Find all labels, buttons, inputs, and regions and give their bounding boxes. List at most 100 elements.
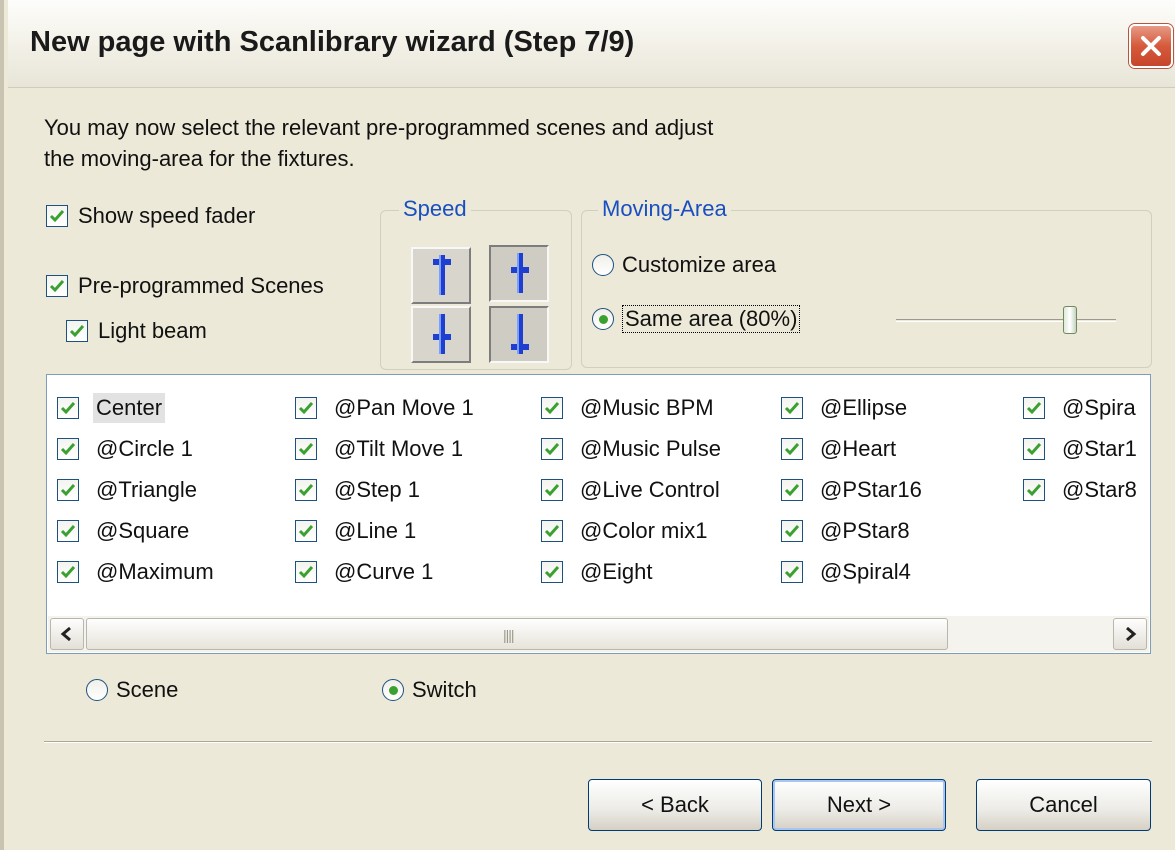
scene-checkbox[interactable] [1023, 396, 1045, 419]
checkmark-icon [544, 565, 560, 578]
scene-item[interactable]: @Star1 [1023, 428, 1140, 469]
title-bar: New page with Scanlibrary wizard (Step 7… [8, 0, 1175, 88]
scene-checkbox[interactable] [295, 437, 317, 460]
customize-area-option[interactable]: Customize area [592, 252, 776, 278]
scene-item[interactable]: @Spira [1023, 387, 1140, 428]
scene-checkbox[interactable] [57, 560, 79, 583]
scene-item[interactable]: @Tilt Move 1 [295, 428, 477, 469]
preprogrammed-scenes-option[interactable]: Pre-programmed Scenes [46, 273, 324, 299]
checkmark-icon [60, 442, 76, 455]
checkmark-icon [784, 401, 800, 414]
scene-item[interactable]: @Music BPM [541, 387, 724, 428]
checkmark-icon [49, 210, 65, 223]
scroll-left-button[interactable] [50, 618, 84, 650]
scene-item[interactable]: @Star8 [1023, 469, 1140, 510]
scene-item[interactable]: @Step 1 [295, 469, 477, 510]
back-button[interactable]: < Back [588, 779, 762, 831]
scene-label: @Spira [1062, 394, 1136, 420]
checkmark-icon [784, 442, 800, 455]
scene-item[interactable]: @Color mix1 [541, 510, 724, 551]
show-speed-fader-option[interactable]: Show speed fader [46, 203, 255, 229]
scene-checkbox[interactable] [1023, 478, 1045, 501]
speed-up-button[interactable] [411, 247, 471, 304]
area-slider-track[interactable] [896, 319, 1116, 322]
chevron-right-icon [1126, 626, 1137, 642]
scene-item[interactable]: @Heart [781, 428, 925, 469]
close-button[interactable] [1129, 24, 1173, 68]
scene-mode-radio[interactable] [86, 679, 108, 701]
light-beam-option[interactable]: Light beam [66, 318, 207, 344]
scene-checkbox[interactable] [57, 437, 79, 460]
speed-min-button[interactable] [489, 306, 549, 363]
same-area-radio[interactable] [592, 308, 614, 330]
window-title: New page with Scanlibrary wizard (Step 7… [30, 26, 635, 58]
switch-mode-radio[interactable] [382, 679, 404, 701]
scene-checkbox[interactable] [541, 478, 563, 501]
scene-checkbox[interactable] [541, 560, 563, 583]
same-area-option[interactable]: Same area (80%) [592, 305, 801, 333]
scene-item[interactable]: @Spiral4 [781, 551, 925, 592]
scene-checkbox[interactable] [781, 478, 803, 501]
speed-down-button[interactable] [411, 306, 471, 363]
customize-area-radio[interactable] [592, 254, 614, 276]
intro-text: You may now select the relevant pre-prog… [44, 112, 864, 174]
scene-checkbox[interactable] [295, 519, 317, 542]
scene-checkbox[interactable] [781, 396, 803, 419]
scene-list: Center @Circle 1 @Triangle @Square @Maximum … [46, 374, 1151, 654]
scrollbar-thumb[interactable]: |||| [86, 618, 948, 650]
scene-item[interactable]: @Pan Move 1 [295, 387, 477, 428]
checkmark-icon [544, 483, 560, 496]
scene-item[interactable]: Center [57, 387, 217, 428]
scene-checkbox[interactable] [541, 437, 563, 460]
scene-checkbox[interactable] [781, 437, 803, 460]
scene-checkbox[interactable] [57, 478, 79, 501]
light-beam-checkbox[interactable] [66, 320, 88, 342]
scene-checkbox[interactable] [1023, 437, 1045, 460]
speed-fader-button[interactable] [489, 245, 549, 302]
scene-checkbox[interactable] [781, 519, 803, 542]
show-speed-fader-checkbox[interactable] [46, 205, 68, 227]
switch-mode-option[interactable]: Switch [382, 677, 477, 703]
scene-column: @Pan Move 1 @Tilt Move 1 @Step 1 @Line 1 @Cu… [295, 387, 477, 592]
area-slider-thumb[interactable] [1063, 306, 1077, 334]
scene-column: @Ellipse @Heart @PStar16 @PStar8 @Spiral4 [781, 387, 925, 592]
preprogrammed-scenes-checkbox[interactable] [46, 275, 68, 297]
scene-label: @Color mix1 [580, 517, 708, 543]
checkmark-icon [1026, 401, 1042, 414]
scene-item[interactable]: @Live Control [541, 469, 724, 510]
scene-item[interactable]: @PStar16 [781, 469, 925, 510]
horizontal-scrollbar[interactable]: |||| [48, 616, 1149, 652]
next-button[interactable]: Next > [772, 779, 946, 831]
scene-item[interactable]: @Maximum [57, 551, 217, 592]
preprogrammed-scenes-label: Pre-programmed Scenes [78, 273, 324, 298]
scrollbar-grip-icon: |||| [503, 627, 515, 643]
scene-item[interactable]: @Music Pulse [541, 428, 724, 469]
scene-label: @Star1 [1062, 435, 1137, 461]
cancel-button[interactable]: Cancel [976, 779, 1151, 831]
scene-checkbox[interactable] [541, 519, 563, 542]
scene-checkbox[interactable] [295, 560, 317, 583]
scene-mode-option[interactable]: Scene [86, 677, 178, 703]
checkmark-icon [298, 565, 314, 578]
scene-item[interactable]: @Line 1 [295, 510, 477, 551]
scene-item[interactable]: @Circle 1 [57, 428, 217, 469]
scroll-right-button[interactable] [1113, 618, 1147, 650]
scene-checkbox[interactable] [541, 396, 563, 419]
scene-item[interactable]: @Curve 1 [295, 551, 477, 592]
scene-label: @Circle 1 [96, 435, 193, 461]
moving-area-group-label: Moving-Area [598, 196, 731, 222]
scene-checkbox[interactable] [295, 396, 317, 419]
scene-item[interactable]: @PStar8 [781, 510, 925, 551]
scene-item[interactable]: @Ellipse [781, 387, 925, 428]
scene-checkbox[interactable] [781, 560, 803, 583]
scene-item[interactable]: @Triangle [57, 469, 217, 510]
scene-checkbox[interactable] [57, 519, 79, 542]
scene-item[interactable]: @Square [57, 510, 217, 551]
speed-up-icon [433, 255, 451, 295]
scene-checkbox[interactable] [295, 478, 317, 501]
checkmark-icon [1026, 483, 1042, 496]
light-beam-label: Light beam [98, 318, 207, 343]
scene-label: @Spiral4 [820, 558, 911, 584]
scene-checkbox[interactable] [57, 396, 79, 419]
scene-item[interactable]: @Eight [541, 551, 724, 592]
